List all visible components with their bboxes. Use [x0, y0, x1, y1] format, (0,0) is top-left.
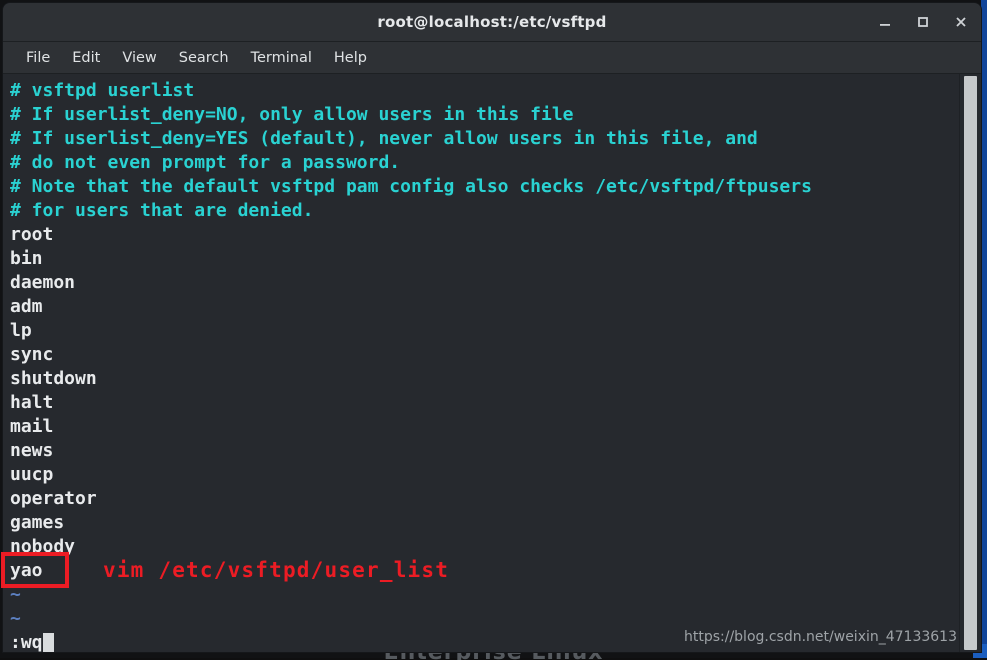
terminal-scrollbar-thumb[interactable]	[964, 76, 977, 650]
text-cursor	[42, 633, 54, 652]
menu-bar: File Edit View Search Terminal Help	[3, 42, 981, 74]
user-entry-line: uucp	[10, 464, 54, 485]
user-entry-line: lp	[10, 320, 32, 341]
menu-item-file[interactable]: File	[17, 47, 59, 69]
minimize-icon[interactable]	[875, 12, 895, 32]
menu-item-view[interactable]: View	[113, 47, 165, 69]
file-comment-line: # do not even prompt for a password.	[10, 152, 401, 173]
file-comment-line: # vsftpd userlist	[10, 80, 195, 101]
close-icon[interactable]	[951, 12, 971, 32]
desktop-right-edge	[981, 0, 987, 658]
window-title: root@localhost:/etc/vsftpd	[377, 13, 607, 31]
vim-command-text: :wq	[10, 632, 43, 652]
menu-item-edit[interactable]: Edit	[63, 47, 109, 69]
user-entry-line: adm	[10, 296, 43, 317]
menu-item-help[interactable]: Help	[325, 47, 376, 69]
file-comment-line: # for users that are denied.	[10, 200, 314, 221]
menu-item-terminal[interactable]: Terminal	[242, 47, 321, 69]
user-entry-line: root	[10, 224, 54, 245]
user-entry-line: halt	[10, 392, 54, 413]
watermark-text: https://blog.csdn.net/weixin_47133613	[683, 629, 957, 645]
user-entry-line: bin	[10, 248, 43, 269]
terminal-scrollbar[interactable]	[959, 74, 981, 652]
window-controls	[875, 3, 971, 41]
user-entry-line: daemon	[10, 272, 76, 293]
file-comment-line: # If userlist_deny=NO, only allow users …	[10, 104, 574, 125]
vim-empty-line-marker: ~	[10, 584, 21, 605]
user-entry-line: mail	[10, 416, 54, 437]
user-entry-line: nobody	[10, 536, 76, 557]
user-entry-line: sync	[10, 344, 54, 365]
user-entry-line: games	[10, 512, 65, 533]
menu-item-search[interactable]: Search	[170, 47, 238, 69]
user-entry-line: news	[10, 440, 54, 461]
vim-empty-line-marker: ~	[10, 608, 21, 629]
title-bar[interactable]: root@localhost:/etc/vsftpd	[3, 3, 981, 42]
maximize-icon[interactable]	[913, 12, 933, 32]
user-entry-line: operator	[10, 488, 97, 509]
terminal-window: root@localhost:/etc/vsftpd File Edit Vie…	[3, 3, 981, 652]
file-comment-line: # Note that the default vsftpd pam confi…	[10, 176, 812, 197]
annotation-command-label: vim /etc/vsftpd/user_list	[103, 558, 450, 582]
file-comment-line: # If userlist_deny=YES (default), never …	[10, 128, 758, 149]
user-entry-line: shutdown	[10, 368, 97, 389]
